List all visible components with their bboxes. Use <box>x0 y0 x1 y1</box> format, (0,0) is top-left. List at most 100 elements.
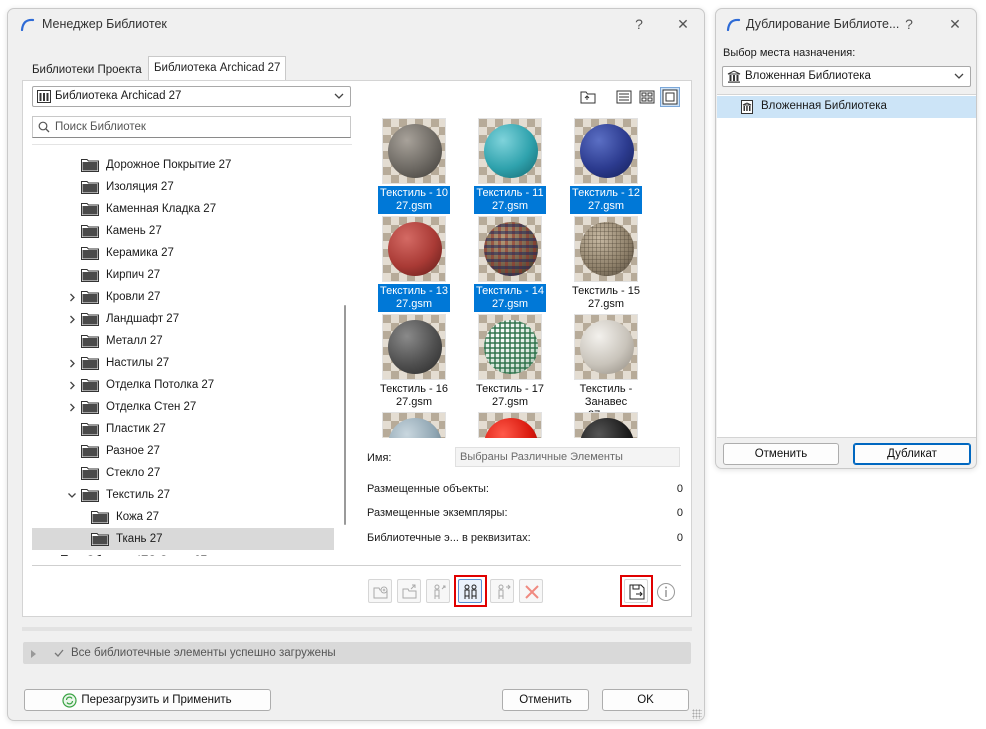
chevron-right-icon[interactable] <box>68 293 76 302</box>
new-folder-icon <box>373 586 388 599</box>
ok-button[interactable]: OK <box>602 689 689 711</box>
tree-item[interactable]: Образцы IES Света 27 <box>32 550 334 556</box>
destination-select[interactable]: Вложенная Библиотека <box>722 66 971 87</box>
info-button[interactable] <box>656 582 676 602</box>
tab-archicad-library[interactable]: Библиотека Archicad 27 <box>148 56 287 81</box>
tree-item[interactable]: Камень 27 <box>32 220 334 242</box>
material-sphere <box>388 418 442 438</box>
tree-item[interactable]: Настилы 27 <box>32 352 334 374</box>
grid-item[interactable]: Текстиль - 16 27.gsm <box>378 314 450 412</box>
tree-item[interactable]: Ткань 27 <box>32 528 334 550</box>
grid-item-name: Текстиль - 14 <box>476 285 544 297</box>
grid-item[interactable]: Текстиль - 12 27.gsm <box>570 118 642 216</box>
destination-list-item[interactable]: Вложенная Библиотека <box>717 96 976 118</box>
rename-item-button[interactable] <box>490 579 514 603</box>
folder-icon <box>81 467 99 480</box>
tree-item[interactable]: Кирпич 27 <box>32 264 334 286</box>
title-bar[interactable]: Менеджер Библиотек ? ✕ <box>8 9 704 39</box>
close-button[interactable]: ✕ <box>674 15 692 33</box>
tree-item-label: Разное 27 <box>106 445 160 457</box>
dup-close-button[interactable]: ✕ <box>946 15 964 33</box>
status-separator <box>22 627 692 631</box>
grid-item-name: Текстиль - 12 <box>572 187 640 199</box>
folder-icon <box>81 379 99 392</box>
library-icon <box>727 70 741 83</box>
tree-item-label: Отделка Стен 27 <box>106 401 197 413</box>
destination-list-item-label: Вложенная Библиотека <box>761 100 887 112</box>
dup-cancel-button[interactable]: Отменить <box>723 443 839 465</box>
reload-apply-button[interactable]: Перезагрузить и Применить <box>24 689 271 711</box>
status-bar[interactable]: Все библиотечные элементы успешно загруж… <box>23 642 691 664</box>
material-thumbnail <box>574 314 638 380</box>
move-item-button[interactable] <box>426 579 450 603</box>
go-up-folder-button[interactable] <box>578 88 598 106</box>
export-folder-button[interactable] <box>397 579 421 603</box>
tree-item-label: Ландшафт 27 <box>106 313 180 325</box>
tree-item[interactable]: Дорожное Покрытие 27 <box>32 154 334 176</box>
chevron-right-icon[interactable] <box>68 315 76 324</box>
tree-item[interactable]: Стекло 27 <box>32 462 334 484</box>
material-sphere <box>484 418 538 438</box>
cancel-button[interactable]: Отменить <box>502 689 589 711</box>
tree-item[interactable]: Ландшафт 27 <box>32 308 334 330</box>
library-select[interactable]: Библиотека Archicad 27 <box>32 86 351 107</box>
tree-item-label: Дорожное Покрытие 27 <box>106 159 232 171</box>
tree-scrollbar[interactable] <box>344 305 346 525</box>
grid-item[interactable]: Текстиль - 14 27.gsm <box>474 216 546 314</box>
resize-grip[interactable] <box>692 709 702 719</box>
archicad-logo-icon <box>726 18 741 31</box>
material-sphere <box>484 124 538 178</box>
folder-icon <box>81 203 99 216</box>
folder-icon <box>81 313 99 326</box>
grid-item[interactable] <box>474 412 546 438</box>
large-icons-view-button[interactable] <box>660 87 680 107</box>
help-button[interactable]: ? <box>630 15 648 33</box>
tree-item[interactable]: Разное 27 <box>32 440 334 462</box>
folder-icon <box>81 291 99 304</box>
tree-item[interactable]: Отделка Стен 27 <box>32 396 334 418</box>
list-view-button[interactable] <box>615 88 633 106</box>
chevron-right-icon[interactable] <box>68 359 76 368</box>
info-icon <box>657 583 675 601</box>
folder-icon <box>81 335 99 348</box>
tree-item[interactable]: Пластик 27 <box>32 418 334 440</box>
grid-item[interactable]: Текстиль - 13 27.gsm <box>378 216 450 314</box>
tree-item[interactable]: Металл 27 <box>32 330 334 352</box>
library-icon <box>37 90 51 103</box>
chevron-down-icon[interactable] <box>68 491 76 500</box>
dup-help-button[interactable]: ? <box>900 15 918 33</box>
grid-item[interactable]: Текстиль - 15 27.gsm <box>570 216 642 314</box>
tab-project-libraries[interactable]: Библиотеки Проекта <box>27 60 147 81</box>
chevron-down-icon <box>334 93 344 99</box>
duplicate-library-window: Дублирование Библиоте... ? ✕ Выбор места… <box>715 8 977 469</box>
placed-instances-value: 0 <box>676 507 683 519</box>
new-folder-button[interactable] <box>368 579 392 603</box>
grid-item[interactable]: Текстиль - 11 27.gsm <box>474 118 546 216</box>
tree-item[interactable]: Кожа 27 <box>32 506 334 528</box>
archicad-logo-icon <box>20 18 35 31</box>
tree-item[interactable]: Керамика 27 <box>32 242 334 264</box>
tree-item[interactable]: Кровли 27 <box>32 286 334 308</box>
tree-item[interactable]: Текстиль 27 <box>32 484 334 506</box>
delete-item-button[interactable] <box>519 579 543 603</box>
small-icons-view-button[interactable] <box>638 88 656 106</box>
grid-item[interactable]: Текстиль -Занавес 27.gsm <box>570 314 642 421</box>
grid-item-caption: Текстиль - 10 27.gsm <box>378 186 450 214</box>
chevron-right-icon[interactable] <box>68 381 76 390</box>
tree-item[interactable]: Отделка Потолка 27 <box>32 374 334 396</box>
library-search-input[interactable]: Поиск Библиотек <box>32 116 351 138</box>
dup-title-bar[interactable]: Дублирование Библиоте... ? ✕ <box>716 9 976 39</box>
grid-item[interactable] <box>570 412 642 438</box>
grid-item-ext: 27.gsm <box>395 298 433 310</box>
library-manager-window: Менеджер Библиотек ? ✕ Библиотеки Проект… <box>7 8 705 721</box>
chevron-right-icon[interactable] <box>68 403 76 412</box>
grid-item[interactable]: Текстиль - 10 27.gsm <box>378 118 450 216</box>
grid-item[interactable] <box>378 412 450 438</box>
person-move-icon <box>434 584 446 599</box>
grid-item[interactable]: Текстиль - 17 27.gsm <box>474 314 546 412</box>
tree-item[interactable]: Каменная Кладка 27 <box>32 198 334 220</box>
tree-item[interactable]: Изоляция 27 <box>32 176 334 198</box>
status-message: Все библиотечные элементы успешно загруж… <box>71 647 336 659</box>
window-title: Менеджер Библиотек <box>42 17 167 31</box>
duplicate-confirm-button[interactable]: Дубликат <box>853 443 971 465</box>
